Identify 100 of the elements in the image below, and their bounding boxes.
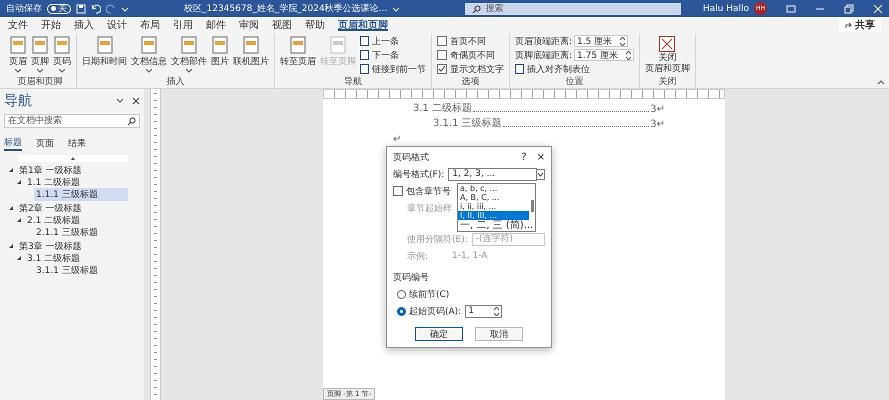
- cancel-button[interactable]: 取消: [475, 327, 523, 341]
- ribbon-button[interactable]: 图片: [211, 34, 229, 75]
- ribbon-tab[interactable]: 审阅: [239, 18, 259, 31]
- ribbon-tab[interactable]: 插入: [74, 18, 94, 31]
- radio-button[interactable]: [397, 306, 406, 316]
- ribbon-tab[interactable]: 文件: [8, 18, 28, 31]
- spin-field[interactable]: 1.5 厘米: [574, 35, 628, 47]
- search-field[interactable]: 在文档中搜索: [4, 114, 140, 128]
- share-button[interactable]: 共享: [839, 18, 881, 32]
- page-number: 3↵: [650, 104, 665, 115]
- ribbon-button[interactable]: 文档信息: [131, 34, 167, 75]
- radio-option[interactable]: 续前节(C): [397, 288, 450, 300]
- spinner-icon: [494, 306, 499, 316]
- radio-button[interactable]: [397, 290, 406, 298]
- pane-tab[interactable]: 标题: [4, 136, 22, 151]
- check-icon: [438, 65, 446, 73]
- ribbon-display-icon[interactable]: [786, 4, 796, 14]
- search-field[interactable]: 搜索: [465, 2, 682, 14]
- ribbon-tab[interactable]: 布局: [140, 18, 160, 31]
- ribbon-button[interactable]: 日期和时间: [82, 34, 127, 75]
- number-format-dropdown[interactable]: 1, 2, 3, ...: [448, 168, 537, 180]
- toc-entry: 3.1 二级标题: [413, 102, 472, 115]
- ribbon-button[interactable]: 页码: [53, 34, 71, 75]
- scrollbar-thumb[interactable]: [531, 200, 534, 212]
- dropdown-option[interactable]: I, II, III, ...: [458, 211, 529, 220]
- save-icon[interactable]: [76, 4, 86, 14]
- ribbon-button[interactable]: 文档部件: [171, 34, 207, 75]
- expand-icon[interactable]: [16, 179, 22, 185]
- restore-icon[interactable]: [844, 4, 854, 14]
- dropdown-option[interactable]: i, ii, iii, ...: [458, 202, 529, 211]
- pane-tab[interactable]: 页面: [36, 136, 54, 151]
- help-button[interactable]: ?: [521, 152, 527, 162]
- close-icon[interactable]: [132, 97, 140, 105]
- autosave-label: 自动保存: [6, 2, 42, 15]
- pane-tab[interactable]: 结果: [68, 136, 86, 151]
- close-button[interactable]: ×: [536, 152, 545, 162]
- document-icon: [212, 36, 228, 54]
- ribbon-tab[interactable]: 邮件: [206, 18, 226, 31]
- radio-option[interactable]: 起始页码(A):: [397, 304, 462, 318]
- expand-icon[interactable]: [8, 205, 14, 211]
- heading-item[interactable]: 1.1.1 三级标题: [34, 188, 128, 200]
- spinner-icon: [626, 50, 631, 60]
- option-checkbox[interactable]: 显示文档文字: [437, 63, 504, 75]
- field-label: 页眉顶端距离:: [515, 36, 572, 47]
- checkbox[interactable]: [437, 36, 447, 46]
- ribbon-button[interactable]: 页脚: [31, 34, 49, 75]
- checkbox[interactable]: [437, 64, 447, 74]
- ribbon-button[interactable]: 链接到前一节: [360, 63, 426, 75]
- caret-icon[interactable]: [392, 4, 400, 12]
- checkbox[interactable]: [437, 50, 447, 60]
- heading-item[interactable]: 第2章 一级标题: [17, 202, 84, 214]
- heading-item[interactable]: 3.1 二级标题: [25, 252, 82, 264]
- ribbon-button[interactable]: 转至页眉: [280, 34, 316, 75]
- heading-item[interactable]: 第1章 一级标题: [17, 164, 84, 176]
- page-number: 3↵: [650, 119, 665, 130]
- ribbon-button[interactable]: 页眉: [9, 34, 27, 75]
- field-label: 使用分隔符(E):: [407, 234, 468, 246]
- search-icon: [472, 4, 482, 14]
- user-name: Halu Hallo: [702, 4, 749, 14]
- caret-icon[interactable]: [116, 98, 124, 104]
- ribbon-button[interactable]: 下一条: [360, 49, 426, 61]
- heading-item[interactable]: 2.1.1 三级标题: [34, 226, 128, 238]
- spin-field[interactable]: 1.75 厘米: [574, 49, 634, 61]
- ribbon-button[interactable]: 上一条: [360, 35, 426, 47]
- expand-icon[interactable]: [16, 217, 22, 223]
- undo-icon[interactable]: [91, 4, 101, 14]
- page-icon: [515, 64, 524, 74]
- redo-icon[interactable]: [106, 4, 116, 14]
- heading-item[interactable]: 第3章 一级标题: [17, 240, 84, 252]
- dialog-title: 页码格式: [393, 152, 429, 164]
- expand-icon[interactable]: [8, 243, 14, 249]
- dropdown-option[interactable]: A, B, C, ...: [458, 193, 529, 202]
- ribbon-tab[interactable]: 引用: [173, 18, 193, 31]
- group-label: 导航: [344, 76, 362, 88]
- ribbon-button[interactable]: 联机图片: [233, 34, 269, 75]
- field-label: 章节起始样: [407, 202, 452, 214]
- document-icon: [330, 36, 346, 54]
- checkbox[interactable]: [393, 186, 403, 196]
- caret-icon[interactable]: [121, 4, 129, 12]
- ok-button[interactable]: 确定: [415, 327, 463, 341]
- option-checkbox[interactable]: 奇偶页不同: [437, 49, 504, 61]
- include-chapter-checkbox[interactable]: 包含章节号: [393, 184, 451, 198]
- dropdown-option[interactable]: a, b, c, ...: [458, 184, 529, 193]
- heading-item[interactable]: 2.1 二级标题: [25, 214, 82, 226]
- close-header-footer-button[interactable]: 关闭 页眉和页脚: [644, 34, 690, 75]
- caret-icon: [15, 69, 21, 73]
- ribbon-tab[interactable]: 帮助: [305, 18, 325, 31]
- ribbon-button[interactable]: 插入对齐制表位: [515, 63, 634, 75]
- expand-icon[interactable]: [8, 167, 14, 173]
- start-page-field[interactable]: 1: [465, 304, 502, 318]
- ribbon-tab[interactable]: 设计: [107, 18, 127, 31]
- option-checkbox[interactable]: 首页不同: [437, 35, 504, 47]
- document-icon: [10, 36, 26, 54]
- ribbon-tab[interactable]: 开始: [41, 18, 61, 31]
- document-icon: [181, 36, 197, 54]
- heading-item[interactable]: 1.1 二级标题: [25, 176, 82, 188]
- collapse-ribbon-icon[interactable]: [877, 79, 885, 85]
- heading-item[interactable]: 3.1.1 三级标题: [34, 264, 128, 276]
- ribbon-tab[interactable]: 视图: [272, 18, 292, 31]
- expand-icon[interactable]: [16, 255, 22, 261]
